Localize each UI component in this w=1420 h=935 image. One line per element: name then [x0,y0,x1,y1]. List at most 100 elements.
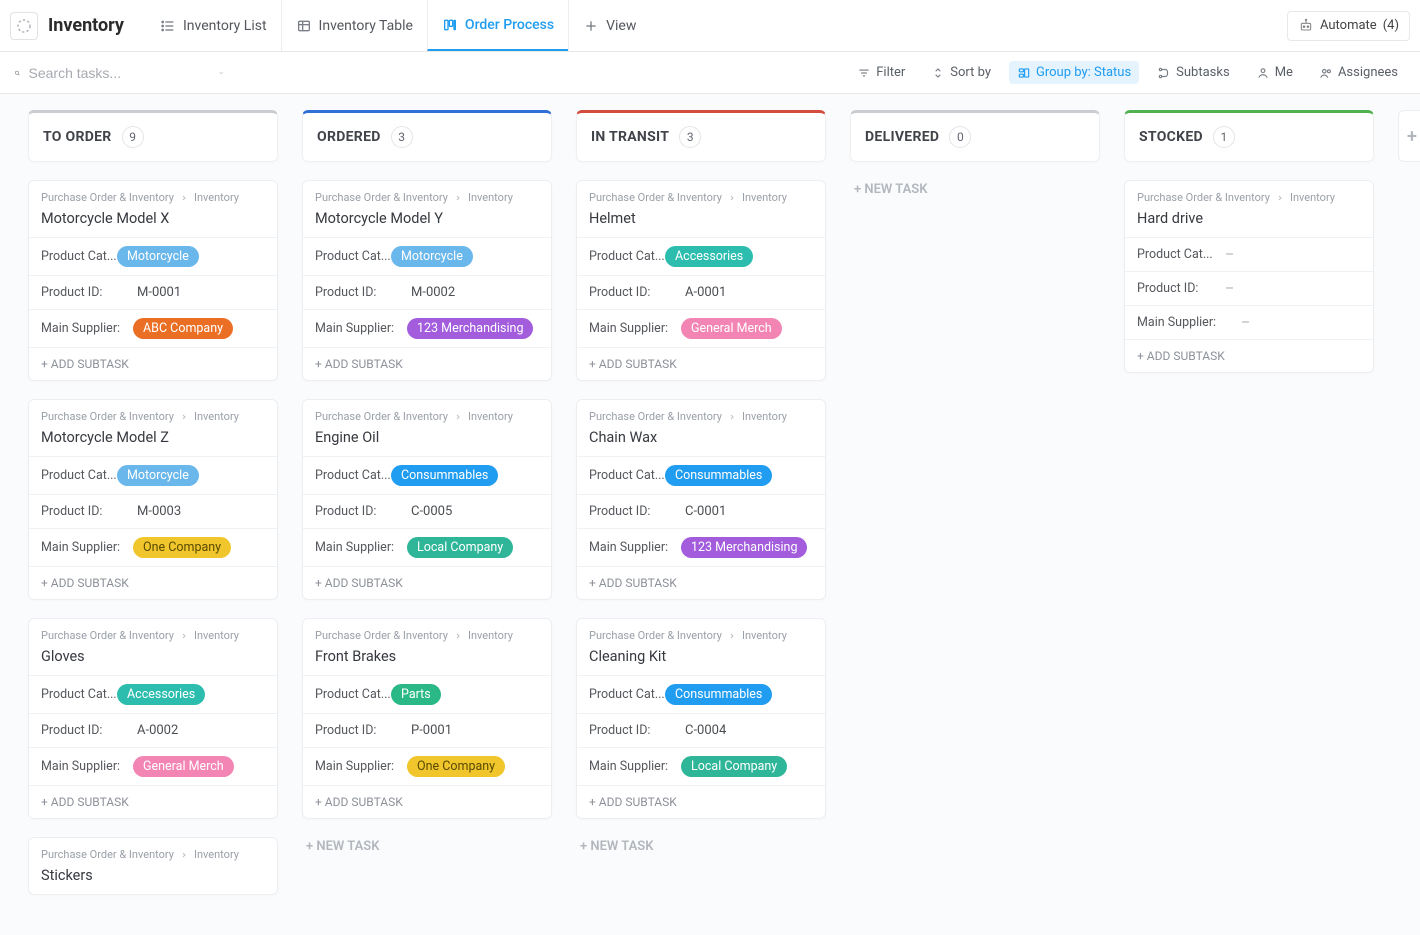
search-input[interactable] [29,65,210,81]
view-tab-add[interactable]: View [568,0,650,51]
add-subtask-button[interactable]: + ADD SUBTASK [577,785,825,818]
add-subtask-button[interactable]: + ADD SUBTASK [577,347,825,380]
field-product-id-label: Product ID: [589,723,665,738]
product-id-value: M-0003 [117,504,181,519]
column-header[interactable]: TO ORDER9 [28,110,278,162]
supplier-pill[interactable]: Local Company [681,756,787,777]
view-tab-table[interactable]: Inventory Table [281,0,427,51]
task-card[interactable]: Purchase Order & InventoryInventory Motor… [28,399,278,600]
task-card[interactable]: Purchase Order & InventoryInventoryHard … [1124,180,1374,373]
new-task-button[interactable]: + NEW TASK [850,180,1100,199]
view-tab-board[interactable]: Order Process [427,0,568,51]
view-tab-list[interactable]: Inventory List [146,0,281,51]
breadcrumb[interactable]: Purchase Order & InventoryInventory [29,838,277,865]
supplier-pill[interactable]: 123 Merchandising [681,537,807,558]
product-cat-pill[interactable]: Consummables [665,684,772,705]
new-task-button[interactable]: + NEW TASK [576,837,826,856]
product-id-value: C-0005 [391,504,452,519]
group-icon [1017,66,1031,80]
column-header[interactable]: STOCKED1 [1124,110,1374,162]
task-card[interactable]: Purchase Order & InventoryInventoryChain… [576,399,826,600]
robot-icon [1298,18,1314,34]
supplier-pill[interactable]: 123 Merchandising [407,318,533,339]
task-card[interactable]: Purchase Order & InventoryInventoryStick… [28,837,278,895]
subtasks-label: Subtasks [1176,65,1230,80]
chevron-right-icon [454,632,462,640]
product-id-value: M-0001 [117,285,181,300]
task-card[interactable]: Purchase Order & InventoryInventoryEngin… [302,399,552,600]
add-column-button[interactable]: + [1398,110,1420,162]
product-cat-pill[interactable]: Parts [391,684,441,705]
field-product-cat-label: Product Cat... [315,468,391,483]
breadcrumb[interactable]: Purchase Order & InventoryInventory [29,619,277,646]
task-card[interactable]: Purchase Order & InventoryInventoryFront… [302,618,552,819]
supplier-pill[interactable]: One Company [407,756,505,777]
column-header[interactable]: ORDERED3 [302,110,552,162]
breadcrumb[interactable]: Purchase Order & InventoryInventory [577,619,825,646]
plus-icon [583,18,599,34]
sort-button[interactable]: Sort by [923,61,999,84]
product-id-value: C-0001 [665,504,726,519]
search-box[interactable] [14,65,224,81]
product-cat-pill[interactable]: Accessories [117,684,205,705]
task-card[interactable]: Purchase Order & InventoryInventoryHelme… [576,180,826,381]
task-card[interactable]: Purchase Order & InventoryInventoryClean… [576,618,826,819]
breadcrumb[interactable]: Purchase Order & InventoryInventory [577,400,825,427]
breadcrumb[interactable]: Purchase Order & InventoryInventory [29,181,277,208]
supplier-pill[interactable]: General Merch [133,756,234,777]
field-product-id-label: Product ID: [41,504,117,519]
automate-button[interactable]: Automate (4) [1287,11,1410,41]
group-by-button[interactable]: Group by: Status [1009,61,1139,84]
add-subtask-button[interactable]: + ADD SUBTASK [29,785,277,818]
subtasks-icon [1157,66,1171,80]
filter-button[interactable]: Filter [849,61,913,84]
topbar: Inventory Inventory ListInventory TableO… [0,0,1420,52]
product-cat-pill[interactable]: Motorcycle [117,246,199,267]
add-subtask-button[interactable]: + ADD SUBTASK [577,566,825,599]
card-title: Helmet [577,208,825,237]
people-icon [1319,66,1333,80]
product-cat-pill[interactable]: Motorcycle [117,465,199,486]
product-id-value: M-0002 [391,285,455,300]
add-subtask-button[interactable]: + ADD SUBTASK [303,785,551,818]
supplier-pill[interactable]: General Merch [681,318,782,339]
chevron-down-icon[interactable] [218,66,225,80]
breadcrumb[interactable]: Purchase Order & InventoryInventory [1125,181,1373,208]
me-button[interactable]: Me [1248,61,1301,84]
breadcrumb[interactable]: Purchase Order & InventoryInventory [29,400,277,427]
breadcrumb[interactable]: Purchase Order & InventoryInventory [303,619,551,646]
field-main-supplier-label: Main Supplier: [41,759,133,774]
card-title: Cleaning Kit [577,646,825,675]
supplier-pill[interactable]: Local Company [407,537,513,558]
chevron-right-icon [728,632,736,640]
chevron-right-icon [1276,194,1284,202]
column-header[interactable]: IN TRANSIT3 [576,110,826,162]
column-header[interactable]: DELIVERED0 [850,110,1100,162]
assignees-button[interactable]: Assignees [1311,61,1406,84]
supplier-pill[interactable]: One Company [133,537,231,558]
breadcrumb[interactable]: Purchase Order & InventoryInventory [303,181,551,208]
add-subtask-button[interactable]: + ADD SUBTASK [1125,339,1373,372]
new-task-button[interactable]: + NEW TASK [302,837,552,856]
task-card[interactable]: Purchase Order & InventoryInventoryMotor… [28,180,278,381]
product-cat-pill[interactable]: Consummables [391,465,498,486]
product-cat-pill[interactable]: Accessories [665,246,753,267]
product-cat-pill[interactable]: Consummables [665,465,772,486]
list-icon [160,18,176,34]
task-card[interactable]: Purchase Order & InventoryInventoryGlove… [28,618,278,819]
product-cat-pill[interactable]: Motorcycle [391,246,473,267]
field-product-cat-label: Product Cat... [589,249,665,264]
add-subtask-button[interactable]: + ADD SUBTASK [303,566,551,599]
breadcrumb[interactable]: Purchase Order & InventoryInventory [303,400,551,427]
breadcrumb[interactable]: Purchase Order & InventoryInventory [577,181,825,208]
chevron-right-icon [180,194,188,202]
add-subtask-button[interactable]: + ADD SUBTASK [303,347,551,380]
subtasks-button[interactable]: Subtasks [1149,61,1238,84]
column: STOCKED1 Purchase Order & InventoryInvent… [1124,110,1374,373]
supplier-pill[interactable]: ABC Company [133,318,233,339]
add-subtask-button[interactable]: + ADD SUBTASK [29,347,277,380]
task-card[interactable]: Purchase Order & InventoryInventory Motor… [302,180,552,381]
card-title: Motorcycle Model X [29,208,277,237]
field-product-cat-label: Product Cat... [589,468,665,483]
add-subtask-button[interactable]: + ADD SUBTASK [29,566,277,599]
